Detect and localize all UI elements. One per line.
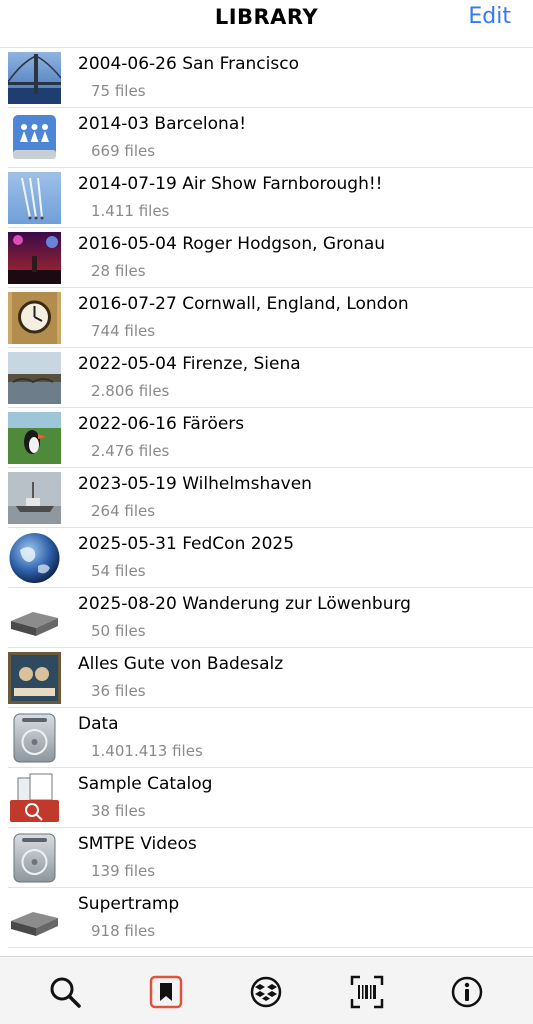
item-file-count: 2.476 files xyxy=(91,442,170,460)
item-file-count: 1.401.413 files xyxy=(91,742,203,760)
item-title: 2016-07-27 Cornwall, England, London xyxy=(78,294,409,314)
nav-bar: LIBRARY Edit xyxy=(0,0,533,44)
list-item[interactable]: Sample Catalog 38 files xyxy=(8,768,533,828)
item-file-count: 54 files xyxy=(91,562,146,580)
photo-river-icon xyxy=(8,352,61,404)
item-file-count: 36 files xyxy=(91,682,146,700)
item-file-count: 28 files xyxy=(91,262,146,280)
edit-button[interactable]: Edit xyxy=(468,4,511,29)
item-file-count: 1.411 files xyxy=(91,202,170,220)
list-item[interactable]: 2025-08-20 Wanderung zur Löwenburg 50 fil… xyxy=(8,588,533,648)
item-title: 2022-06-16 Färöers xyxy=(78,414,245,434)
list-item[interactable]: 2022-05-04 Firenze, Siena 2.806 files xyxy=(8,348,533,408)
search-icon[interactable] xyxy=(47,974,83,1010)
item-title: SMTPE Videos xyxy=(78,834,197,854)
list-item[interactable]: 2014-03 Barcelona! 669 files xyxy=(8,108,533,168)
item-title: 2023-05-19 Wilhelmshaven xyxy=(78,474,312,494)
list-item[interactable]: Data 1.401.413 files xyxy=(8,708,533,768)
item-file-count: 38 files xyxy=(91,802,146,820)
external-drive-icon xyxy=(8,592,61,644)
item-title: Supertramp xyxy=(78,894,180,914)
list-item[interactable]: 2025-05-31 FedCon 2025 54 files xyxy=(8,528,533,588)
list-item[interactable]: Alles Gute von Badesalz 36 files xyxy=(8,648,533,708)
item-file-count: 744 files xyxy=(91,322,156,340)
photo-ship-icon xyxy=(8,472,61,524)
photo-airshow-icon xyxy=(8,172,61,224)
list-item[interactable]: 2004-06-26 San Francisco 75 files xyxy=(7,48,533,108)
item-title: Data xyxy=(78,714,119,734)
item-title: 2016-05-04 Roger Hodgson, Gronau xyxy=(78,234,386,254)
tab-bar xyxy=(0,956,533,1024)
item-title: 2014-03 Barcelona! xyxy=(78,114,247,134)
item-title: 2022-05-04 Firenze, Siena xyxy=(78,354,301,374)
item-file-count: 75 files xyxy=(91,82,146,100)
info-icon[interactable] xyxy=(449,974,485,1010)
item-title: Alles Gute von Badesalz xyxy=(78,654,284,674)
photo-bridge-icon xyxy=(7,52,62,104)
list-item[interactable]: 2014-07-19 Air Show Farnborough!! 1.411 f… xyxy=(8,168,533,228)
item-title: 2014-07-19 Air Show Farnborough!! xyxy=(78,174,383,194)
item-file-count: 918 files xyxy=(91,922,156,940)
external-drive-icon xyxy=(8,892,61,944)
list-item[interactable]: 2023-05-19 Wilhelmshaven 264 files xyxy=(8,468,533,528)
item-file-count: 669 files xyxy=(91,142,156,160)
catalog-icon xyxy=(8,772,61,824)
page-title: LIBRARY xyxy=(214,5,319,29)
photo-concert-icon xyxy=(8,232,61,284)
dropbox-icon[interactable] xyxy=(248,974,284,1010)
album-cover-icon xyxy=(8,652,61,704)
hard-disk-icon xyxy=(8,712,61,764)
shared-drive-icon xyxy=(8,112,61,164)
hard-disk-icon xyxy=(8,832,61,884)
photo-bigben-icon xyxy=(8,292,61,344)
item-file-count: 264 files xyxy=(91,502,156,520)
list-item[interactable]: SMTPE Videos 139 files xyxy=(8,828,533,888)
list-item[interactable]: 2016-07-27 Cornwall, England, London 744 … xyxy=(8,288,533,348)
item-title: 2025-08-20 Wanderung zur Löwenburg xyxy=(78,594,411,614)
item-file-count: 50 files xyxy=(91,622,146,640)
photo-puffin-icon xyxy=(8,412,61,464)
item-title: Sample Catalog xyxy=(78,774,213,794)
list-item[interactable]: Supertramp 918 files xyxy=(8,888,533,948)
item-title: 2025-05-31 FedCon 2025 xyxy=(78,534,295,554)
item-title: 2004-06-26 San Francisco xyxy=(78,54,299,74)
list-item[interactable]: 2022-06-16 Färöers 2.476 files xyxy=(8,408,533,468)
item-file-count: 2.806 files xyxy=(91,382,170,400)
item-file-count: 139 files xyxy=(91,862,156,880)
barcode-scan-icon[interactable] xyxy=(349,974,385,1010)
list-item[interactable]: 2016-05-04 Roger Hodgson, Gronau 28 files xyxy=(8,228,533,288)
earth-icon xyxy=(8,532,61,584)
bookmark-icon[interactable] xyxy=(148,974,184,1010)
library-list[interactable]: 2004-06-26 San Francisco 75 files 2014-03 … xyxy=(0,47,533,958)
